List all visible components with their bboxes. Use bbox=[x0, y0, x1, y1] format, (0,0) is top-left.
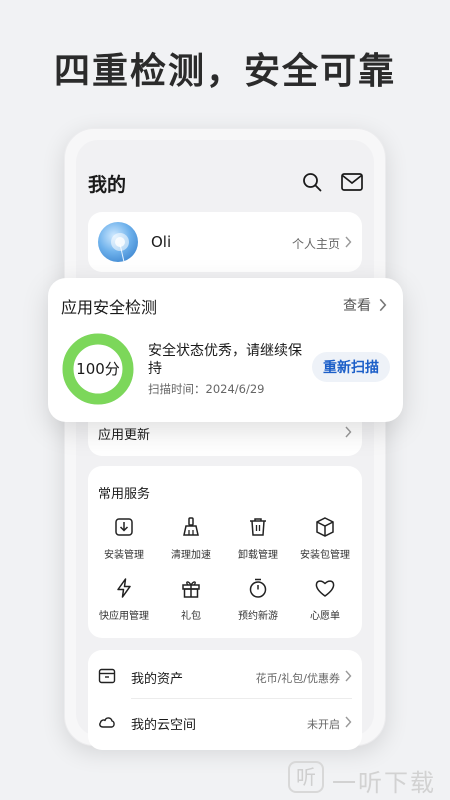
service-label: 预约新游 bbox=[238, 611, 278, 622]
service-label: 安装包管理 bbox=[300, 550, 350, 561]
chevron-right-icon bbox=[379, 298, 387, 312]
services-title: 常用服务 bbox=[98, 487, 151, 502]
promo-headline: 四重检测，安全可靠 bbox=[53, 51, 396, 92]
broom-icon bbox=[183, 517, 199, 536]
my-cloud-value: 未开启 bbox=[307, 718, 340, 731]
chevron-right-icon bbox=[345, 236, 352, 248]
security-view-link[interactable]: 查看 bbox=[343, 295, 371, 315]
assets-card: 我的资产 花币/礼包/优惠券 我的云空间 未开启 bbox=[88, 650, 362, 750]
gift-icon bbox=[182, 581, 200, 598]
security-check-card: 应用安全检测 查看 100分 安全状态优秀，请继续保持 扫描时间：2024/6/… bbox=[48, 278, 403, 422]
service-package-manage[interactable]: 安装包管理 bbox=[291, 516, 359, 561]
security-score: 100分 bbox=[76, 360, 120, 378]
service-label: 心愿单 bbox=[310, 611, 340, 622]
service-label: 安装管理 bbox=[104, 550, 144, 561]
chevron-right-icon bbox=[345, 716, 352, 728]
service-label: 卸载管理 bbox=[238, 550, 278, 561]
my-cloud-label: 我的云空间 bbox=[131, 718, 197, 733]
service-wishlist[interactable]: 心愿单 bbox=[291, 577, 359, 622]
divider bbox=[131, 698, 352, 699]
timer-icon bbox=[249, 578, 267, 598]
common-services-card: 常用服务 安装管理 清理加速 卸载管理 安装包管理 快应用管理 礼包 预约新游 … bbox=[88, 466, 362, 638]
service-label: 礼包 bbox=[181, 611, 201, 622]
profile-name: Oli bbox=[151, 233, 172, 251]
service-clean-speedup[interactable]: 清理加速 bbox=[157, 516, 225, 561]
security-check-title: 应用安全检测 bbox=[61, 298, 158, 317]
service-quick-app-manage[interactable]: 快应用管理 bbox=[90, 577, 158, 622]
my-assets-label: 我的资产 bbox=[131, 672, 184, 687]
app-update-label: 应用更新 bbox=[98, 428, 151, 443]
page-title: 我的 bbox=[88, 174, 127, 196]
security-status: 安全状态优秀，请继续保持 bbox=[148, 343, 302, 377]
scan-time: 扫描时间：2024/6/29 bbox=[148, 382, 265, 396]
install-icon bbox=[115, 518, 133, 536]
app-bar: 我的 bbox=[88, 168, 364, 198]
service-reserve-game[interactable]: 预约新游 bbox=[224, 577, 292, 622]
service-uninstall-manage[interactable]: 卸载管理 bbox=[224, 516, 292, 561]
watermark-logo-icon: 听 bbox=[288, 761, 324, 793]
my-assets-value: 花币/礼包/优惠券 bbox=[255, 672, 340, 685]
search-icon[interactable] bbox=[302, 172, 322, 192]
service-gift[interactable]: 礼包 bbox=[157, 577, 225, 622]
trash-icon bbox=[250, 518, 266, 536]
dandelion-icon bbox=[111, 233, 129, 262]
package-icon bbox=[316, 517, 334, 537]
flash-icon bbox=[117, 578, 131, 598]
service-label: 清理加速 bbox=[171, 550, 211, 561]
watermark-text: 一听下载 bbox=[332, 769, 436, 797]
cloud-icon bbox=[99, 717, 115, 728]
homepage-link[interactable]: 个人主页 bbox=[292, 235, 340, 252]
watermark: 听 一听下载 bbox=[280, 755, 450, 799]
mail-icon[interactable] bbox=[341, 173, 363, 191]
service-label: 快应用管理 bbox=[99, 611, 149, 622]
heart-icon bbox=[315, 580, 335, 597]
rescan-button[interactable]: 重新扫描 bbox=[312, 352, 390, 382]
service-install-manage[interactable]: 安装管理 bbox=[90, 516, 158, 561]
chevron-right-icon bbox=[345, 426, 352, 438]
wallet-icon bbox=[98, 668, 116, 684]
avatar[interactable] bbox=[98, 222, 138, 262]
profile-card[interactable]: Oli 个人主页 bbox=[88, 212, 362, 272]
chevron-right-icon bbox=[345, 670, 352, 682]
